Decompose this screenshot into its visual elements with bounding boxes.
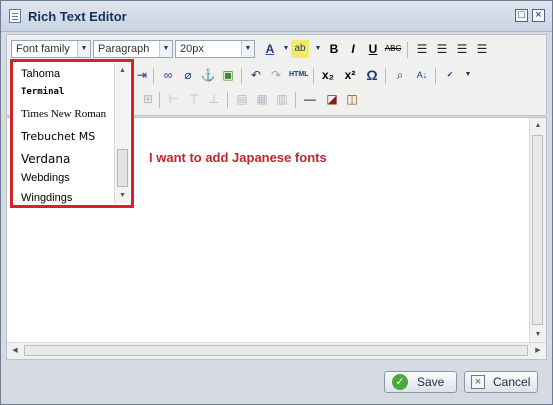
checkmark-icon: ✓ (392, 374, 408, 390)
font-family-dropdown[interactable]: Tahoma Terminal Times New Roman Trebuche… (10, 59, 134, 208)
undo-icon[interactable]: ↶ (247, 66, 265, 84)
italic-button[interactable]: I (344, 40, 362, 58)
html-button[interactable]: HTML (289, 66, 308, 84)
table-props-icon[interactable]: ▥ (273, 90, 291, 108)
font-family-select[interactable]: Font family ▼ (11, 40, 91, 58)
separator (227, 92, 228, 108)
superscript-button[interactable]: x² (341, 66, 359, 84)
align-right-icon[interactable]: ☰ (453, 40, 471, 58)
indent-icon[interactable]: ⇥ (133, 66, 151, 84)
paste-word-icon[interactable]: ◫ (343, 90, 361, 108)
font-option[interactable]: Wingdings (21, 192, 72, 204)
format-value: Paragraph (98, 43, 150, 55)
chevron-down-icon: ▼ (159, 41, 172, 57)
bold-button[interactable]: B (325, 40, 343, 58)
scroll-right-icon[interactable]: ▶ (530, 343, 546, 359)
strikethrough-button[interactable]: ABC (384, 40, 402, 58)
cancel-label: Cancel (493, 375, 531, 389)
scroll-up-icon[interactable]: ▲ (115, 63, 130, 79)
separator (295, 92, 296, 108)
font-option[interactable]: Tahoma (21, 68, 60, 80)
vertical-scrollbar[interactable]: ▲ ▼ (529, 118, 546, 343)
font-option[interactable]: Verdana (21, 152, 70, 166)
rich-text-editor-window: Rich Text Editor □ × Font family ▼ Parag… (0, 0, 553, 405)
table-split-icon[interactable]: ▦ (253, 90, 271, 108)
dropdown-scrollbar[interactable]: ▲ ▼ (114, 63, 130, 204)
highlight-color-icon[interactable]: ab (291, 40, 309, 58)
cancel-button[interactable]: × Cancel (464, 371, 538, 393)
separator (313, 68, 314, 84)
separator (407, 42, 408, 58)
title-bar: Rich Text Editor □ × (1, 1, 552, 32)
font-family-value: Font family (16, 43, 70, 55)
maximize-icon[interactable]: □ (515, 9, 528, 22)
anchor-icon[interactable]: ⚓ (199, 66, 217, 84)
separator (241, 68, 242, 84)
chevron-down-icon: ▼ (241, 41, 254, 57)
chevron-down-icon[interactable]: ▼ (459, 66, 477, 84)
font-size-select[interactable]: 20px ▼ (175, 40, 255, 58)
align-center-icon[interactable]: ☰ (433, 40, 451, 58)
chevron-down-icon: ▼ (77, 41, 90, 57)
font-option[interactable]: Trebuchet MS (21, 130, 95, 143)
font-size-value: 20px (180, 43, 204, 55)
horizontal-scrollbar[interactable]: ◀ ▶ (7, 342, 546, 359)
font-option[interactable]: Webdings (21, 172, 70, 184)
separator (385, 68, 386, 84)
editor-icon (9, 9, 21, 23)
link-icon[interactable]: ∞ (159, 66, 177, 84)
close-icon: × (471, 375, 485, 389)
scroll-down-icon[interactable]: ▼ (115, 188, 130, 204)
replace-icon[interactable]: A↓ (413, 66, 431, 84)
scroll-thumb[interactable] (532, 135, 543, 325)
separator (435, 68, 436, 84)
spellcheck-icon[interactable]: ✓ (441, 66, 459, 84)
close-icon[interactable]: × (532, 9, 545, 22)
scroll-up-icon[interactable]: ▲ (530, 118, 546, 134)
table-merge-icon[interactable]: ▤ (233, 90, 251, 108)
font-option[interactable]: Terminal (21, 87, 64, 97)
scroll-thumb[interactable] (24, 345, 528, 356)
horizontal-rule-icon[interactable]: — (301, 90, 319, 108)
scroll-thumb[interactable] (117, 149, 128, 187)
save-label: Save (417, 375, 445, 389)
save-button[interactable]: ✓ Save (384, 371, 457, 393)
unlink-icon[interactable]: ⌀ (179, 66, 197, 84)
image-icon[interactable]: ▣ (219, 66, 237, 84)
find-icon[interactable]: ⌕ (391, 66, 409, 84)
redo-icon[interactable]: ↷ (267, 66, 285, 84)
annotation-text: I want to add Japanese fonts (149, 150, 327, 165)
underline-button[interactable]: U (364, 40, 382, 58)
align-left-icon[interactable]: ☰ (413, 40, 431, 58)
align-justify-icon[interactable]: ☰ (473, 40, 491, 58)
scroll-down-icon[interactable]: ▼ (530, 327, 546, 343)
special-character-button[interactable]: Ω (363, 66, 381, 84)
table-delete-icon[interactable]: ⊞ (139, 90, 157, 108)
table-insert-col-icon[interactable]: ⊤ (185, 90, 203, 108)
table-column-icon[interactable]: ⊢ (165, 90, 183, 108)
remove-format-icon[interactable]: ◪ (323, 90, 341, 108)
table-delete-col-icon[interactable]: ⊥ (205, 90, 223, 108)
format-select[interactable]: Paragraph ▼ (93, 40, 173, 58)
window-title: Rich Text Editor (28, 9, 127, 24)
scroll-left-icon[interactable]: ◀ (7, 343, 23, 359)
font-option[interactable]: Times New Roman (21, 108, 106, 120)
separator (159, 92, 160, 108)
subscript-button[interactable]: x₂ (319, 66, 337, 84)
separator (153, 68, 154, 84)
